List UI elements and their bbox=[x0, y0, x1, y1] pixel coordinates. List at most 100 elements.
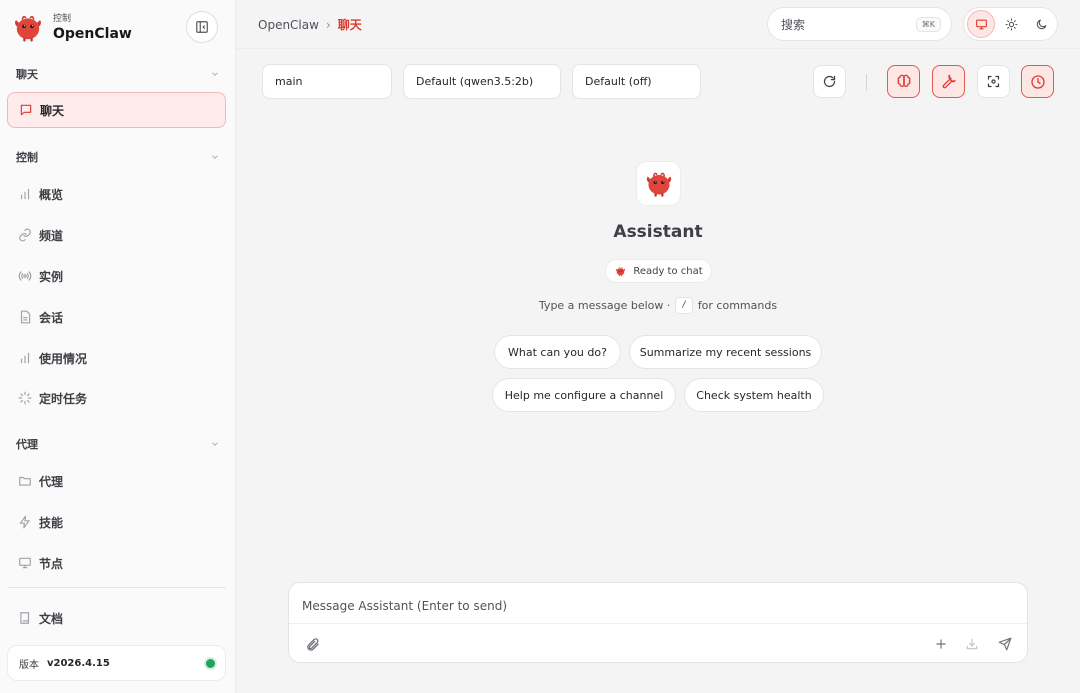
attach-button[interactable] bbox=[301, 633, 323, 655]
hint-text-after: for commands bbox=[697, 299, 778, 312]
sidebar-item-usage[interactable]: 使用情况 bbox=[7, 340, 226, 376]
sun-icon bbox=[1005, 18, 1017, 30]
thinking-select[interactable]: Default (off) bbox=[572, 64, 701, 99]
version-info: 版本 v2026.4.15 bbox=[7, 645, 226, 681]
breadcrumb-root[interactable]: OpenClaw bbox=[258, 18, 319, 32]
sidebar-item-label: 使用情况 bbox=[39, 351, 88, 366]
sidebar-item-overview[interactable]: 概览 bbox=[7, 176, 226, 212]
hint-text-before: Type a message below · bbox=[538, 299, 671, 312]
sidebar-item-label: 实例 bbox=[39, 269, 64, 284]
brand[interactable]: 控制 OpenClaw bbox=[12, 10, 132, 46]
thinking-toggle-button[interactable] bbox=[887, 65, 920, 98]
status-text: Ready to chat bbox=[633, 265, 703, 277]
plus-icon bbox=[936, 639, 946, 649]
book-icon bbox=[17, 610, 33, 626]
message-icon bbox=[18, 102, 34, 118]
suggestion-chip[interactable]: Summarize my recent sessions bbox=[629, 335, 822, 369]
brand-name: OpenClaw bbox=[53, 25, 132, 42]
section-label: 聊天 bbox=[16, 68, 38, 81]
thinking-select-value: Default (off) bbox=[585, 75, 652, 88]
session-select[interactable]: main bbox=[262, 64, 392, 99]
section-label: 控制 bbox=[16, 151, 38, 164]
section-agents[interactable]: 代理 bbox=[16, 435, 220, 453]
sidebar-item-channels[interactable]: 频道 bbox=[7, 217, 226, 253]
refresh-icon bbox=[823, 75, 836, 88]
send-icon bbox=[998, 637, 1012, 651]
folder-icon bbox=[17, 473, 33, 489]
version-label: 版本 bbox=[19, 659, 39, 671]
collapse-sidebar-button[interactable] bbox=[186, 11, 218, 43]
refresh-button[interactable] bbox=[813, 65, 846, 98]
composer-divider bbox=[289, 623, 1027, 624]
link-icon bbox=[17, 227, 33, 243]
sidebar-item-label: 文档 bbox=[39, 611, 64, 626]
sidebar-item-nodes[interactable]: 节点 bbox=[7, 545, 226, 581]
clock-icon bbox=[1030, 74, 1045, 89]
version-value: v2026.4.15 bbox=[47, 657, 110, 669]
monitor-icon bbox=[975, 19, 987, 29]
model-select[interactable]: Default (qwen3.5:2b) bbox=[403, 64, 561, 99]
focus-mode-button[interactable] bbox=[977, 65, 1010, 98]
sidebar-item-cron-jobs[interactable]: 定时任务 bbox=[7, 380, 226, 416]
theme-switcher bbox=[963, 7, 1058, 41]
sidebar-item-label: 代理 bbox=[39, 474, 64, 489]
add-button[interactable] bbox=[930, 633, 952, 655]
search-placeholder: 搜索 bbox=[781, 17, 806, 32]
sidebar-toggle-icon bbox=[196, 21, 208, 33]
broadcast-icon bbox=[17, 268, 33, 284]
zap-icon bbox=[17, 514, 33, 530]
wrench-icon bbox=[942, 74, 956, 88]
sidebar-item-chat[interactable]: 聊天 bbox=[7, 92, 226, 128]
breadcrumb: OpenClaw › 聊天 bbox=[258, 16, 362, 33]
sidebar-item-label: 技能 bbox=[39, 515, 64, 530]
brand-subtitle: 控制 bbox=[53, 13, 72, 24]
sidebar-item-label: 定时任务 bbox=[39, 391, 88, 406]
theme-light-button[interactable] bbox=[997, 10, 1025, 38]
message-composer bbox=[288, 582, 1028, 663]
breadcrumb-separator: › bbox=[325, 17, 331, 32]
bar-chart-icon bbox=[17, 350, 33, 366]
sidebar-item-agents[interactable]: 代理 bbox=[7, 463, 226, 499]
chevron-down-icon bbox=[210, 152, 220, 162]
sidebar-item-label: 频道 bbox=[39, 228, 64, 243]
suggestion-chip[interactable]: What can you do? bbox=[494, 335, 621, 369]
sidebar-item-instances[interactable]: 实例 bbox=[7, 258, 226, 294]
sidebar-item-label: 聊天 bbox=[40, 103, 65, 118]
focus-icon bbox=[987, 75, 1000, 88]
assistant-mascot-icon bbox=[644, 169, 674, 199]
toolbar-separator bbox=[866, 74, 867, 91]
suggestion-chip[interactable]: Check system health bbox=[684, 378, 824, 412]
section-control[interactable]: 控制 bbox=[16, 148, 220, 166]
status-dot bbox=[206, 659, 215, 668]
chevron-down-icon bbox=[210, 69, 220, 79]
sidebar-item-skills[interactable]: 技能 bbox=[7, 504, 226, 540]
paperclip-icon bbox=[306, 637, 319, 651]
export-button[interactable] bbox=[961, 633, 983, 655]
topbar-divider bbox=[236, 48, 1080, 49]
theme-system-button[interactable] bbox=[967, 10, 995, 38]
bar-chart-icon bbox=[17, 186, 33, 202]
tools-toggle-button[interactable] bbox=[932, 65, 965, 98]
section-label: 代理 bbox=[16, 438, 38, 451]
sidebar: 控制 OpenClaw 聊天 聊天 控制 概览 频道 实例 会话 使用情况 定时… bbox=[0, 0, 236, 693]
message-input[interactable] bbox=[302, 596, 1002, 616]
send-button[interactable] bbox=[994, 633, 1016, 655]
session-select-value: main bbox=[275, 75, 303, 88]
suggestion-label: Check system health bbox=[696, 388, 812, 402]
theme-dark-button[interactable] bbox=[1027, 10, 1055, 38]
download-icon bbox=[966, 638, 978, 650]
document-icon bbox=[17, 309, 33, 325]
moon-icon bbox=[1036, 19, 1046, 29]
brain-icon bbox=[897, 74, 910, 87]
suggestion-label: Summarize my recent sessions bbox=[639, 345, 812, 359]
command-hint: Type a message below · / for commands bbox=[478, 297, 838, 314]
assistant-avatar bbox=[636, 161, 681, 206]
search-box[interactable]: 搜索 ⌘K bbox=[767, 7, 952, 41]
suggestion-label: Help me configure a channel bbox=[504, 388, 664, 402]
history-button[interactable] bbox=[1021, 65, 1054, 98]
sidebar-item-docs[interactable]: 文档 bbox=[7, 600, 226, 636]
suggestion-chip[interactable]: Help me configure a channel bbox=[492, 378, 676, 412]
sidebar-item-sessions[interactable]: 会话 bbox=[7, 299, 226, 335]
section-chat[interactable]: 聊天 bbox=[16, 65, 220, 83]
loader-icon bbox=[17, 390, 33, 406]
